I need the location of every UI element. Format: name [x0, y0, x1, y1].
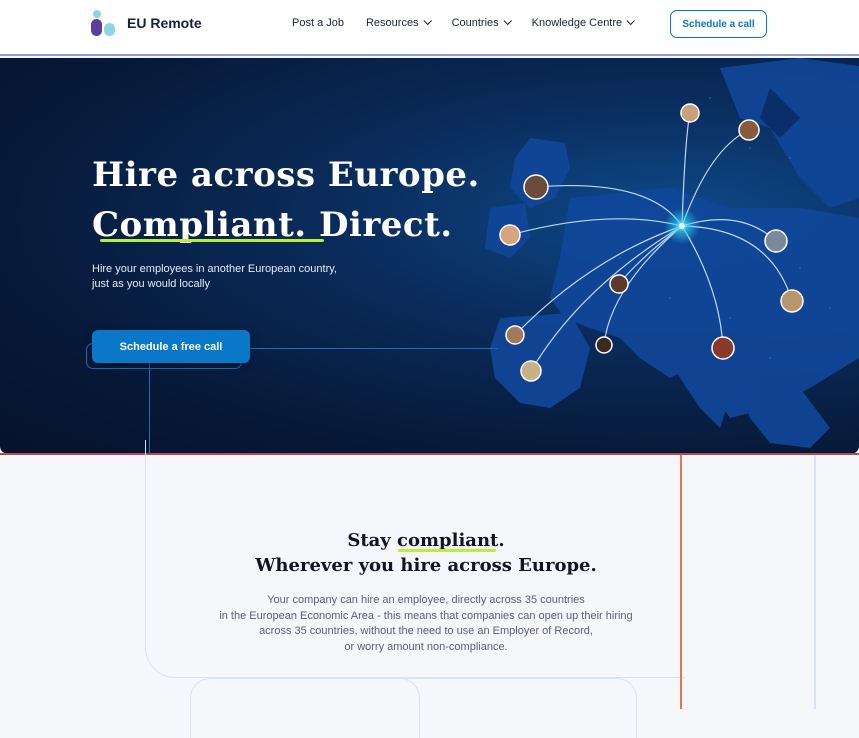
schedule-free-call-button[interactable]: Schedule a free call	[92, 330, 250, 363]
nav-item-label: Resources	[365, 17, 419, 29]
nav-item-countries[interactable]: Countries	[451, 16, 512, 29]
hero-title-underline	[100, 239, 324, 242]
section-body-line: or worry amount non-compliance.	[344, 640, 508, 653]
hero-subtitle: Hire your employees in another European …	[92, 262, 372, 292]
section-title-highlight: compliant	[397, 530, 499, 551]
nav-item-label: Countries	[451, 17, 499, 29]
main-nav: Post a Job Resources Countries Knowledge…	[292, 16, 655, 29]
europe-map-illustration	[485, 58, 859, 448]
section-body-line: in the European Economic Area - this mea…	[219, 609, 633, 622]
logo-mark-icon	[91, 9, 118, 37]
section-title-part: .	[498, 530, 505, 551]
section-body: Your company can hire an employee, direc…	[200, 593, 652, 655]
site-header: EU Remote Post a Job Resources Countries…	[0, 0, 859, 56]
section-body-line: Your company can hire an employee, direc…	[267, 594, 585, 606]
logo-text: EU Remote	[127, 15, 202, 31]
section-title-line2: Wherever you hire across Europe.	[255, 555, 597, 576]
chevron-down-icon	[423, 16, 432, 26]
hero-title-line2: Compliant. Direct.	[92, 205, 453, 245]
nav-item-label: Post a Job	[292, 17, 344, 29]
chevron-down-icon	[626, 16, 636, 26]
section-body-line: across 35 countries, without the need to…	[259, 625, 593, 637]
nav-item-resources[interactable]: Resources	[365, 16, 432, 29]
hero-section: Hire across Europe. Compliant. Direct. H…	[0, 58, 859, 454]
hero-subtitle-line2: just as you would locally	[92, 278, 211, 290]
section-title: Stay compliant. Wherever you hire across…	[200, 528, 652, 578]
decorative-frame	[405, 678, 637, 738]
section-title-part: Stay	[347, 530, 398, 551]
nav-item-post-a-job[interactable]: Post a Job	[292, 17, 344, 29]
hero-decoration-line	[250, 348, 498, 349]
logo[interactable]: EU Remote	[91, 9, 221, 37]
decorative-line	[680, 455, 682, 709]
nav-item-label: Knowledge Centre	[531, 17, 623, 29]
chevron-down-icon	[503, 16, 512, 26]
decorative-frame	[190, 678, 420, 738]
decorative-line	[814, 455, 816, 709]
nav-item-knowledge-centre[interactable]: Knowledge Centre	[531, 16, 636, 29]
schedule-call-button[interactable]: Schedule a call	[670, 10, 767, 38]
hero-title: Hire across Europe. Compliant. Direct.	[92, 150, 480, 250]
section-title-underline	[398, 549, 496, 552]
hero-subtitle-line1: Hire your employees in another European …	[92, 263, 337, 275]
hero-title-line1: Hire across Europe.	[92, 155, 480, 195]
